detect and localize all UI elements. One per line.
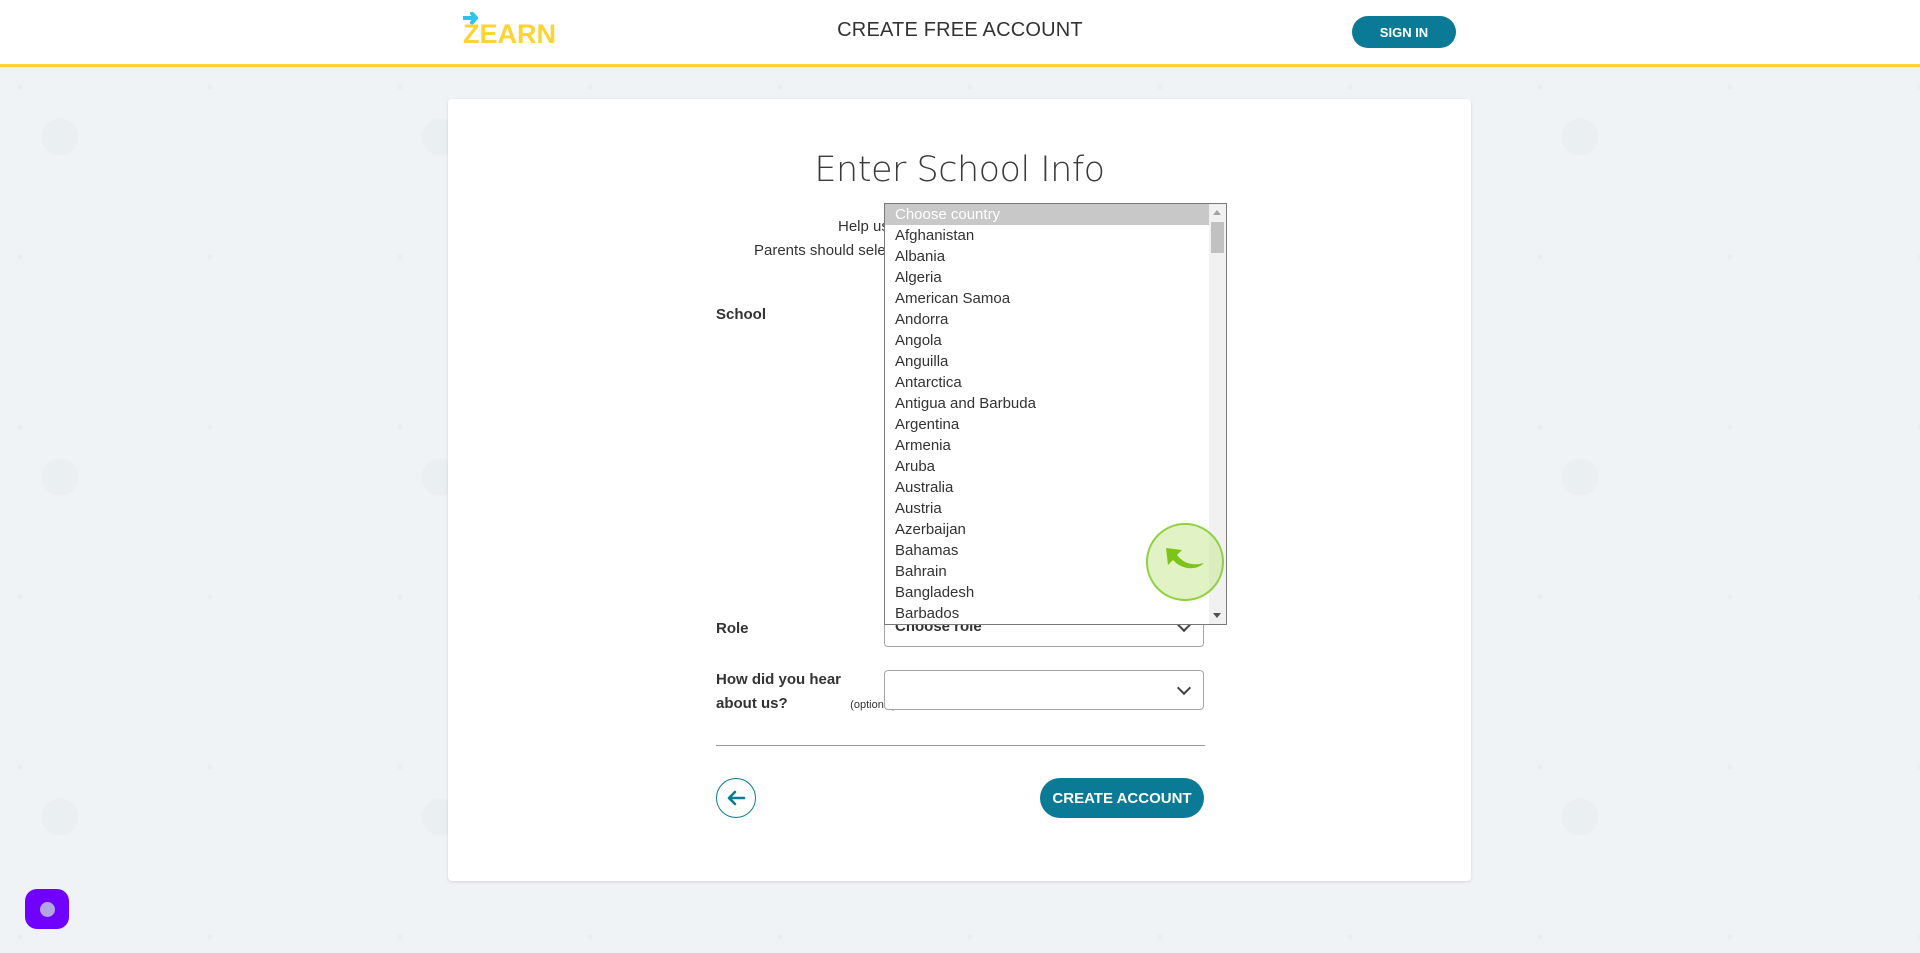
country-option[interactable]: Afghanistan <box>885 225 1209 246</box>
click-indicator <box>1146 523 1224 601</box>
role-label: Role <box>716 620 749 637</box>
scroll-up-arrow-icon[interactable] <box>1213 210 1221 215</box>
top-header: ZEARN CREATE FREE ACCOUNT SIGN IN <box>0 0 1920 67</box>
create-account-button[interactable]: CREATE ACCOUNT <box>1040 778 1204 818</box>
helper-text-line-1: Help us <box>838 218 889 235</box>
hear-about-label-text: How did you hear about us? <box>716 671 842 712</box>
arrow-left-icon <box>727 790 746 806</box>
school-label: School <box>716 306 767 323</box>
back-button[interactable] <box>716 778 756 818</box>
chat-widget-button[interactable] <box>25 889 69 929</box>
chat-widget-icon <box>39 901 55 917</box>
country-option[interactable]: Anguilla <box>885 351 1209 372</box>
scroll-down-arrow-icon[interactable] <box>1213 613 1221 618</box>
country-option[interactable]: Angola <box>885 330 1209 351</box>
country-option[interactable]: Andorra <box>885 309 1209 330</box>
country-option[interactable]: Argentina <box>885 414 1209 435</box>
country-option[interactable]: Austria <box>885 498 1209 519</box>
scroll-thumb[interactable] <box>1211 222 1224 253</box>
cursor-arrow-icon <box>1166 548 1204 569</box>
header-title: CREATE FREE ACCOUNT <box>837 19 1083 41</box>
form-divider <box>716 745 1205 746</box>
country-option[interactable]: Barbados <box>885 603 1209 624</box>
country-option[interactable]: Armenia <box>885 435 1209 456</box>
country-option[interactable]: Antigua and Barbuda <box>885 393 1209 414</box>
country-option[interactable]: Australia <box>885 477 1209 498</box>
country-option[interactable]: Antarctica <box>885 372 1209 393</box>
country-option[interactable]: Aruba <box>885 456 1209 477</box>
country-option[interactable]: American Samoa <box>885 288 1209 309</box>
helper-text-line-2: Parents should sele <box>754 242 886 259</box>
sign-in-button[interactable]: SIGN IN <box>1352 16 1456 48</box>
hear-about-select[interactable] <box>884 670 1204 710</box>
chevron-down-icon <box>1176 680 1192 696</box>
hear-about-label: How did you hear about us? (optional) <box>716 668 896 717</box>
country-option-placeholder[interactable]: Choose country <box>885 204 1209 225</box>
page-title: Enter School Info <box>814 150 1105 190</box>
country-option[interactable]: Albania <box>885 246 1209 267</box>
country-option[interactable]: Algeria <box>885 267 1209 288</box>
